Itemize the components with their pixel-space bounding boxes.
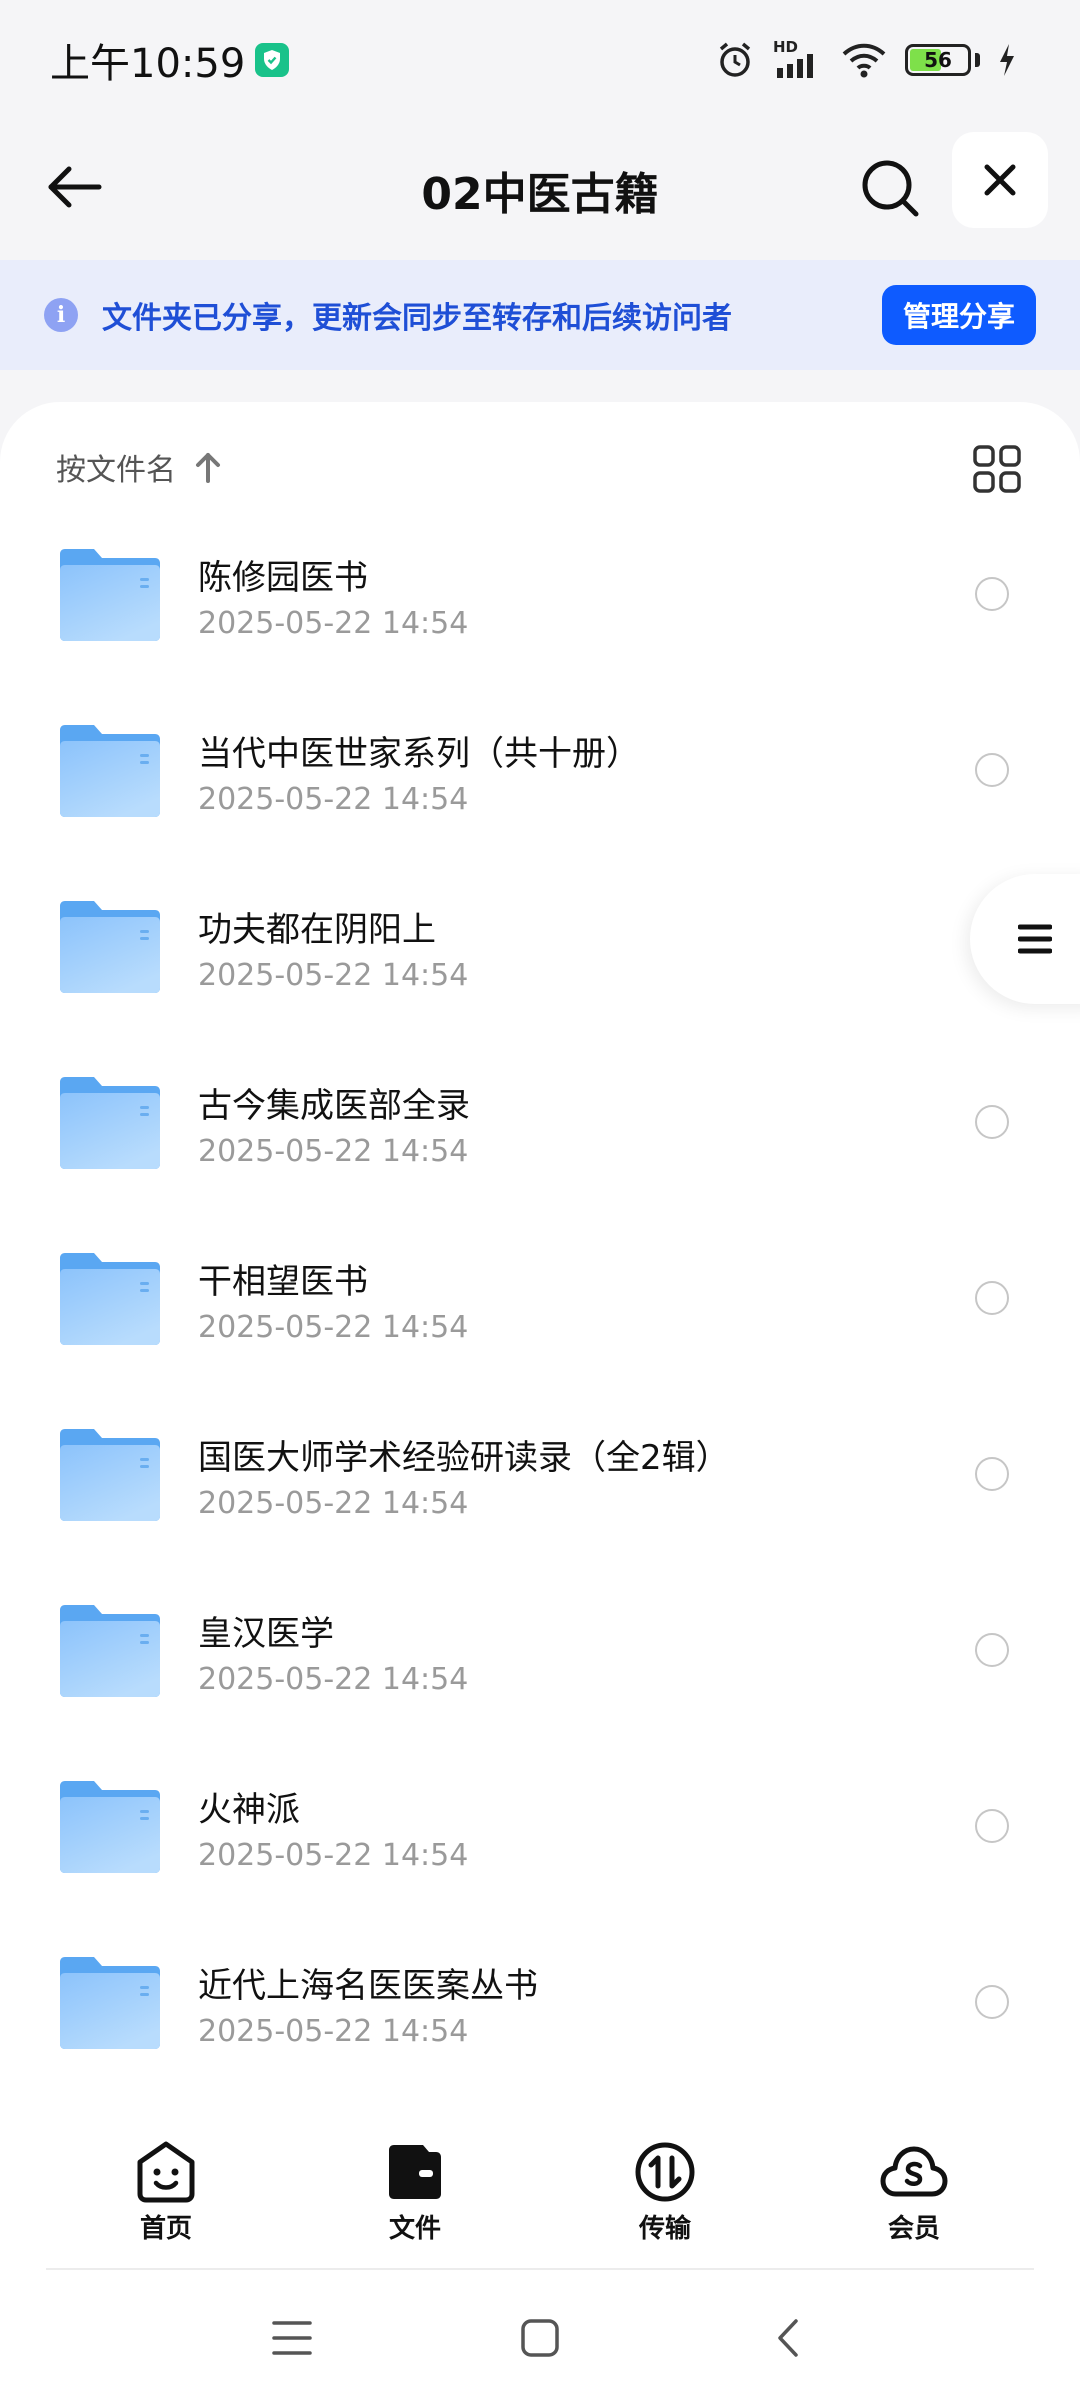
folder-icon xyxy=(60,1605,160,1697)
folder-icon xyxy=(60,1253,160,1345)
folder-icon xyxy=(60,1077,160,1169)
file-item[interactable]: 干相望医书 2025-05-22 14:54 xyxy=(0,1216,1080,1392)
folder-icon xyxy=(60,549,160,641)
select-radio[interactable] xyxy=(975,1985,1009,2019)
file-name: 国医大师学术经验研读录（全2辑） xyxy=(198,1438,730,1478)
file-name: 近代上海名医医案丛书 xyxy=(198,1966,538,2006)
file-item[interactable]: 皇汉医学 2025-05-22 14:54 xyxy=(0,1568,1080,1744)
file-item[interactable]: 国医大师学术经验研读录（全2辑） 2025-05-22 14:54 xyxy=(0,1392,1080,1568)
battery-icon: 56 xyxy=(905,44,971,76)
status-time: 上午10:59 xyxy=(50,41,246,87)
grid-view-icon[interactable] xyxy=(972,444,1022,494)
bottom-nav: 首页 文件 传输 会员 xyxy=(0,2092,1080,2272)
nav-home-label: 首页 xyxy=(139,2214,192,2244)
nav-vip-label: 会员 xyxy=(887,2214,940,2244)
folder-icon xyxy=(60,1429,160,1521)
file-name: 皇汉医学 xyxy=(198,1614,334,1654)
file-date: 2025-05-22 14:54 xyxy=(198,606,469,641)
wifi-icon xyxy=(842,43,886,78)
search-button[interactable] xyxy=(852,150,928,226)
select-radio[interactable] xyxy=(975,577,1009,611)
file-name: 干相望医书 xyxy=(198,1262,368,1302)
file-name: 功夫都在阴阳上 xyxy=(198,910,436,950)
signal-icon: HD xyxy=(773,38,823,80)
status-bar: 上午10:59 HD 56 xyxy=(0,0,1080,120)
manage-share-button[interactable]: 管理分享 xyxy=(882,285,1036,345)
file-item[interactable]: 近代上海名医医案丛书 2025-05-22 14:54 xyxy=(0,1920,1080,2096)
cloud-vip-icon xyxy=(880,2146,948,2197)
select-radio[interactable] xyxy=(975,1633,1009,1667)
battery-level: 56 xyxy=(924,48,952,72)
file-date: 2025-05-22 14:54 xyxy=(198,958,469,993)
share-notice-text: 文件夹已分享，更新会同步至转存和后续访问者 xyxy=(102,301,732,336)
nav-files-label: 文件 xyxy=(388,2214,441,2244)
security-shield-icon xyxy=(255,43,290,77)
file-date: 2025-05-22 14:54 xyxy=(198,1662,469,1697)
close-button[interactable] xyxy=(952,132,1048,228)
transfer-icon xyxy=(635,2142,695,2202)
file-list-panel: 按文件名 陈修园医书 2025-05-22 14:54 当代中医世家系列（共十册） 2… xyxy=(0,402,1080,2092)
nav-vip[interactable]: 会员 xyxy=(854,2140,974,2245)
file-name: 古今集成医部全录 xyxy=(198,1086,470,1126)
folder-icon xyxy=(60,901,160,993)
file-item[interactable]: 陈修园医书 2025-05-22 14:54 xyxy=(0,512,1080,688)
file-name: 火神派 xyxy=(198,1790,300,1830)
home-face-icon xyxy=(137,2141,195,2203)
system-back-button[interactable] xyxy=(758,2308,818,2368)
menu-lines-icon xyxy=(272,2321,312,2355)
file-date: 2025-05-22 14:54 xyxy=(198,1486,469,1521)
file-date: 2025-05-22 14:54 xyxy=(198,1134,469,1169)
sort-control[interactable]: 按文件名 xyxy=(56,442,222,492)
file-name: 陈修园医书 xyxy=(198,558,368,598)
file-list: 陈修园医书 2025-05-22 14:54 当代中医世家系列（共十册） 2025-0… xyxy=(0,512,1080,2096)
select-radio[interactable] xyxy=(975,753,1009,787)
charging-icon xyxy=(1000,44,1014,76)
alarm-icon xyxy=(719,42,751,77)
file-item[interactable]: 功夫都在阴阳上 2025-05-22 14:54 xyxy=(0,864,1080,1040)
sort-ascending-icon xyxy=(196,453,220,483)
file-item[interactable]: 古今集成医部全录 2025-05-22 14:54 xyxy=(0,1040,1080,1216)
file-date: 2025-05-22 14:54 xyxy=(198,782,469,817)
nav-files[interactable]: 文件 xyxy=(355,2140,475,2245)
file-item[interactable]: 当代中医世家系列（共十册） 2025-05-22 14:54 xyxy=(0,688,1080,864)
chevron-left-icon xyxy=(778,2319,798,2357)
home-button[interactable] xyxy=(510,2308,570,2368)
select-radio[interactable] xyxy=(975,1281,1009,1315)
nav-transfer-label: 传输 xyxy=(638,2214,691,2244)
battery-cap xyxy=(975,53,980,67)
nav-home[interactable]: 首页 xyxy=(106,2140,226,2245)
nav-transfer[interactable]: 传输 xyxy=(605,2140,725,2245)
file-item[interactable]: 火神派 2025-05-22 14:54 xyxy=(0,1744,1080,1920)
select-radio[interactable] xyxy=(975,1809,1009,1843)
select-radio[interactable] xyxy=(975,1105,1009,1139)
sort-label: 按文件名 xyxy=(56,453,176,488)
file-date: 2025-05-22 14:54 xyxy=(198,1838,469,1873)
square-icon xyxy=(521,2319,559,2357)
file-date: 2025-05-22 14:54 xyxy=(198,2014,469,2049)
search-icon xyxy=(862,160,919,217)
file-name: 当代中医世家系列（共十册） xyxy=(198,734,640,774)
close-icon xyxy=(984,164,1016,196)
folder-icon xyxy=(60,1781,160,1873)
system-nav-bar xyxy=(0,2272,1080,2400)
select-radio[interactable] xyxy=(975,1457,1009,1491)
menu-icon xyxy=(1018,924,1052,954)
header: 02中医古籍 xyxy=(0,120,1080,260)
recent-apps-button[interactable] xyxy=(262,2308,322,2368)
file-date: 2025-05-22 14:54 xyxy=(198,1310,469,1345)
info-icon: i xyxy=(44,298,78,332)
folder-icon xyxy=(60,725,160,817)
files-wallet-icon xyxy=(389,2145,441,2199)
folder-icon xyxy=(60,1957,160,2049)
status-icons: HD 56 xyxy=(715,38,1016,80)
nav-divider xyxy=(46,2268,1034,2270)
share-banner: i 文件夹已分享，更新会同步至转存和后续访问者 管理分享 xyxy=(0,260,1080,370)
